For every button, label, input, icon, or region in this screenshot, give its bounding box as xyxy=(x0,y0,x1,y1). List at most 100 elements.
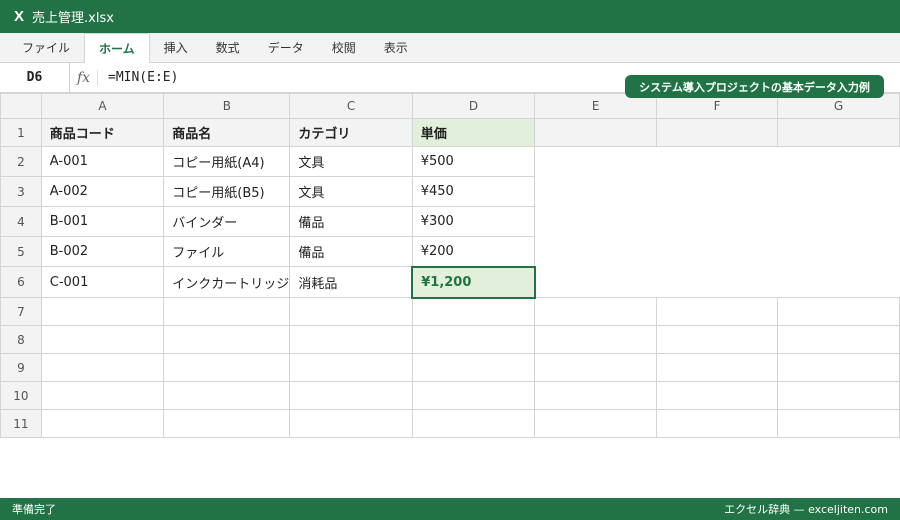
cell[interactable] xyxy=(40,325,165,354)
row-header[interactable]: 2 xyxy=(0,146,42,177)
cell[interactable] xyxy=(40,297,165,326)
formula-input[interactable]: =MIN(E:E) xyxy=(98,70,178,85)
column-header-d[interactable]: D xyxy=(411,93,536,119)
site-credit: エクセル辞典 — exceljiten.com xyxy=(724,503,888,516)
cell[interactable] xyxy=(777,409,900,438)
cell[interactable] xyxy=(163,381,291,410)
cell[interactable] xyxy=(411,381,536,410)
cell[interactable] xyxy=(411,409,536,438)
cell-g1[interactable] xyxy=(777,118,900,147)
blank-area xyxy=(534,266,900,298)
cell[interactable] xyxy=(163,409,291,438)
cell[interactable] xyxy=(777,353,900,382)
tab-review[interactable]: 校閲 xyxy=(318,33,370,62)
row-header[interactable]: 6 xyxy=(0,266,42,298)
spreadsheet-grid: A B C D E F G 1 商品コード 商品名 カテゴリ 単価 2 A-00… xyxy=(0,93,900,438)
cell[interactable] xyxy=(534,381,658,410)
cell-d4[interactable]: ¥300 xyxy=(411,206,536,237)
cell-d3[interactable]: ¥450 xyxy=(411,176,536,207)
cell-b4[interactable]: バインダー xyxy=(163,206,291,237)
cell-b5[interactable]: ファイル xyxy=(163,236,291,267)
cell[interactable] xyxy=(656,297,779,326)
cell[interactable] xyxy=(411,353,536,382)
cell-b1[interactable]: 商品名 xyxy=(163,118,291,147)
cell[interactable] xyxy=(40,409,165,438)
cell-c3[interactable]: 文具 xyxy=(289,176,413,207)
cell[interactable] xyxy=(656,381,779,410)
row-header[interactable]: 10 xyxy=(0,381,42,410)
row-header[interactable]: 7 xyxy=(0,297,42,326)
select-all-corner[interactable] xyxy=(0,93,42,119)
cell[interactable] xyxy=(289,353,413,382)
column-header-c[interactable]: C xyxy=(289,93,413,119)
row-header[interactable]: 4 xyxy=(0,206,42,237)
cell-d6-selected[interactable]: ¥1,200 xyxy=(411,265,536,299)
cell[interactable] xyxy=(534,325,658,354)
blank-area xyxy=(534,176,900,207)
info-banner: システム導入プロジェクトの基本データ入力例 xyxy=(625,75,884,98)
cell[interactable] xyxy=(411,297,536,326)
cell[interactable] xyxy=(656,325,779,354)
tab-data[interactable]: データ xyxy=(254,33,318,62)
blank-area xyxy=(534,146,900,177)
cell[interactable] xyxy=(163,325,291,354)
cell[interactable] xyxy=(656,409,779,438)
tab-insert[interactable]: 挿入 xyxy=(150,33,202,62)
row-header[interactable]: 8 xyxy=(0,325,42,354)
cell-c1[interactable]: カテゴリ xyxy=(289,118,413,147)
cell-c2[interactable]: 文具 xyxy=(289,146,413,177)
cell-a1[interactable]: 商品コード xyxy=(40,118,165,147)
tab-formulas[interactable]: 数式 xyxy=(202,33,254,62)
tab-view[interactable]: 表示 xyxy=(370,33,422,62)
window-title: 売上管理.xlsx xyxy=(32,11,114,26)
cell-e1[interactable] xyxy=(534,118,658,147)
tab-home[interactable]: ホーム xyxy=(84,33,150,63)
cell-b2[interactable]: コピー用紙(A4) xyxy=(163,146,291,177)
cell-c5[interactable]: 備品 xyxy=(289,236,413,267)
cell[interactable] xyxy=(777,297,900,326)
cell[interactable] xyxy=(777,381,900,410)
column-header-a[interactable]: A xyxy=(40,93,165,119)
cell[interactable] xyxy=(40,353,165,382)
column-header-b[interactable]: B xyxy=(163,93,291,119)
cell-c4[interactable]: 備品 xyxy=(289,206,413,237)
name-box[interactable]: D6 xyxy=(0,63,70,92)
row-header[interactable]: 9 xyxy=(0,353,42,382)
row-header[interactable]: 11 xyxy=(0,409,42,438)
cell-a3[interactable]: A-002 xyxy=(40,176,165,207)
row-header[interactable]: 1 xyxy=(0,118,42,147)
cell-a6[interactable]: C-001 xyxy=(40,266,165,298)
cell-c6[interactable]: 消耗品 xyxy=(289,266,413,298)
status-text: 準備完了 xyxy=(12,503,56,516)
cell-d2[interactable]: ¥500 xyxy=(411,146,536,177)
cell[interactable] xyxy=(40,381,165,410)
cell[interactable] xyxy=(163,297,291,326)
cell[interactable] xyxy=(289,325,413,354)
cell-a5[interactable]: B-002 xyxy=(40,236,165,267)
cell[interactable] xyxy=(777,325,900,354)
fx-icon[interactable]: fx xyxy=(70,69,98,86)
excel-logo-icon: X xyxy=(14,8,25,25)
tab-file[interactable]: ファイル xyxy=(8,33,84,62)
cell[interactable] xyxy=(289,409,413,438)
cell-b3[interactable]: コピー用紙(B5) xyxy=(163,176,291,207)
cell-d1[interactable]: 単価 xyxy=(411,118,536,147)
cell[interactable] xyxy=(163,353,291,382)
cell[interactable] xyxy=(289,297,413,326)
cell[interactable] xyxy=(534,353,658,382)
cell-b6[interactable]: インクカートリッジ xyxy=(163,266,291,298)
cell-a4[interactable]: B-001 xyxy=(40,206,165,237)
cell-a2[interactable]: A-001 xyxy=(40,146,165,177)
cell[interactable] xyxy=(656,353,779,382)
blank-area xyxy=(534,206,900,237)
cell[interactable] xyxy=(289,381,413,410)
cell[interactable] xyxy=(534,297,658,326)
title-bar: X 売上管理.xlsx xyxy=(0,0,900,33)
cell-d5[interactable]: ¥200 xyxy=(411,236,536,267)
row-header[interactable]: 5 xyxy=(0,236,42,267)
cell-f1[interactable] xyxy=(656,118,779,147)
row-header[interactable]: 3 xyxy=(0,176,42,207)
cell[interactable] xyxy=(534,409,658,438)
ribbon-tabs: ファイル ホーム 挿入 数式 データ 校閲 表示 xyxy=(0,33,900,63)
cell[interactable] xyxy=(411,325,536,354)
